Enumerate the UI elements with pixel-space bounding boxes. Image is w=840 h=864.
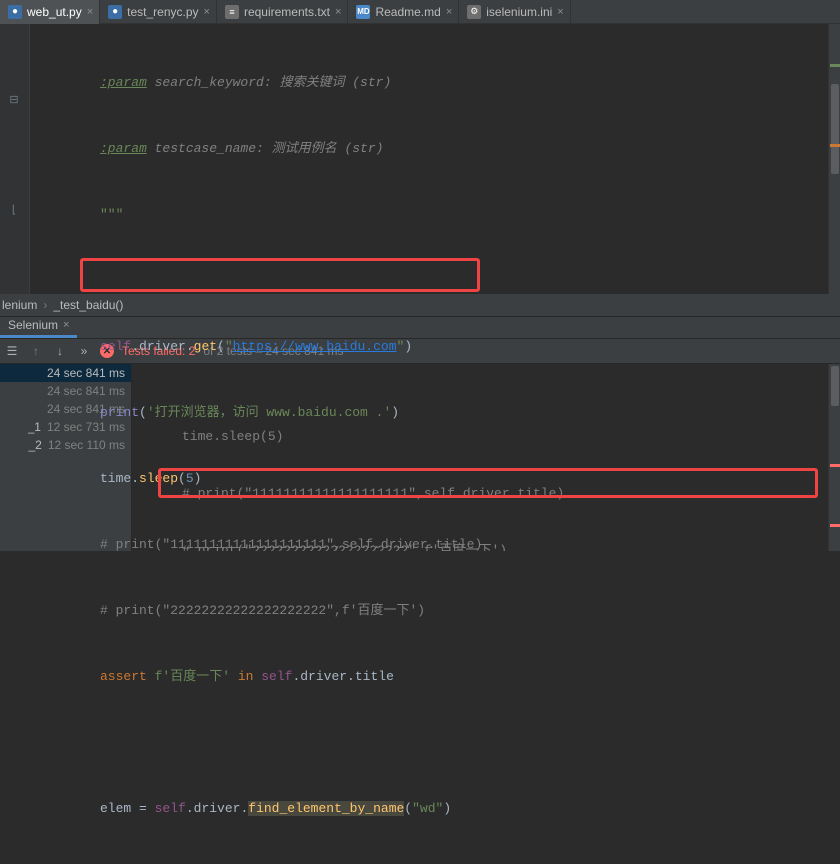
text-file-icon: ≡ <box>225 5 239 19</box>
tab-label: requirements.txt <box>244 5 330 19</box>
tab-label: web_ut.py <box>27 5 82 19</box>
tab-label: iselenium.ini <box>486 5 552 19</box>
tab-test-renyc[interactable]: ● test_renyc.py × <box>100 0 217 24</box>
scrollbar-thumb[interactable] <box>831 366 839 406</box>
scrollbar-stripe-warn <box>830 64 840 67</box>
file-tabs: ● web_ut.py × ● test_renyc.py × ≡ requir… <box>0 0 840 24</box>
close-icon[interactable]: × <box>335 6 341 18</box>
console-line: # print("11111111111111111111",self.driv… <box>132 484 840 503</box>
close-icon[interactable]: × <box>446 6 452 18</box>
python-file-icon: ● <box>108 5 122 19</box>
fold-marker-icon[interactable]: ⊟ <box>8 94 20 106</box>
code-editor[interactable]: ⊟ ⌊ :param search_keyword: 搜索关键词 (str) :… <box>0 24 840 294</box>
close-icon[interactable]: × <box>87 6 93 18</box>
scrollbar-stripe-error <box>830 524 840 527</box>
close-icon[interactable]: × <box>204 6 210 18</box>
tab-label: Readme.md <box>375 5 440 19</box>
tab-requirements[interactable]: ≡ requirements.txt × <box>217 0 348 24</box>
ini-file-icon: ⚙ <box>467 5 481 19</box>
console-line: # print("22222222222222222222",f'百度一下') <box>132 541 840 551</box>
fold-end-icon[interactable]: ⌊ <box>8 204 20 216</box>
editor-scrollbar[interactable] <box>828 24 840 294</box>
tab-web-ut[interactable]: ● web_ut.py × <box>0 0 100 24</box>
console-line: time.sleep(5) <box>132 427 840 446</box>
editor-gutter: ⊟ ⌊ <box>0 24 30 294</box>
console-scrollbar[interactable] <box>828 364 840 551</box>
python-file-icon: ● <box>8 5 22 19</box>
scrollbar-stripe-warn <box>830 144 840 147</box>
scrollbar-thumb[interactable] <box>831 84 839 174</box>
close-icon[interactable]: × <box>557 6 563 18</box>
markdown-file-icon: MD <box>356 5 370 19</box>
scrollbar-stripe-error <box>830 464 840 467</box>
tab-iselenium[interactable]: ⚙ iselenium.ini × <box>459 0 570 24</box>
tab-readme[interactable]: MD Readme.md × <box>348 0 459 24</box>
tab-label: test_renyc.py <box>127 5 198 19</box>
test-output-console[interactable]: time.sleep(5) # print("11111111111111111… <box>132 364 840 551</box>
